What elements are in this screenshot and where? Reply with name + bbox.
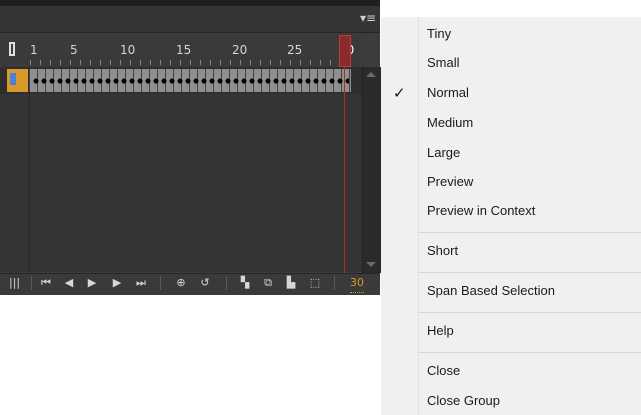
frame-ruler[interactable]: 1 5 10 15 20 25 30 <box>0 33 362 67</box>
controls-divider <box>160 276 161 290</box>
ruler-label: 25 <box>287 43 303 57</box>
panel-menu-icon[interactable]: ▾≡ <box>358 10 378 26</box>
menu-gutter-line <box>418 17 419 415</box>
play-icon[interactable]: ▶ <box>85 276 99 290</box>
ruler-label: 1 <box>30 43 38 57</box>
scroll-up-icon[interactable] <box>366 72 376 77</box>
layers-toggle-icon[interactable]: ||| <box>9 276 20 290</box>
ruler-ticks <box>30 60 350 65</box>
menu-icon-gutter <box>381 17 418 415</box>
layer-divider <box>29 94 30 272</box>
controls-divider <box>334 276 335 290</box>
menu-item-short[interactable]: Short <box>427 243 458 258</box>
menu-separator <box>418 352 641 353</box>
scroll-down-icon[interactable] <box>366 262 376 267</box>
modify-markers-icon[interactable]: ⬚ <box>308 276 322 290</box>
ruler-label: 5 <box>70 43 78 57</box>
ruler-label: 10 <box>120 43 136 57</box>
timeline-controls <box>0 273 380 295</box>
first-frame-icon[interactable]: ⏮ <box>39 276 53 290</box>
menu-item-normal[interactable]: Normal <box>427 85 469 100</box>
menu-separator <box>418 312 641 313</box>
menu-item-preview[interactable]: Preview <box>427 174 473 189</box>
center-frame-icon[interactable]: ⊕ <box>174 276 188 290</box>
menu-item-medium[interactable]: Medium <box>427 115 473 130</box>
checkmark-icon: ✓ <box>393 84 406 102</box>
ruler-label: 15 <box>176 43 192 57</box>
menu-item-close-group[interactable]: Close Group <box>427 393 500 408</box>
step-back-icon[interactable]: ◀ <box>62 276 76 290</box>
onion-outline-icon[interactable]: ⧉ <box>261 276 275 290</box>
playhead-line <box>344 67 345 273</box>
loop-icon[interactable]: ↺ <box>197 276 213 290</box>
menu-item-tiny[interactable]: Tiny <box>427 26 451 41</box>
ruler-bracket-icon <box>9 42 15 56</box>
current-frame-counter[interactable]: 30 <box>350 276 364 293</box>
menu-item-large[interactable]: Large <box>427 145 460 160</box>
timeline-titlebar: ▾≡ <box>0 6 380 33</box>
keyframe-marker <box>10 73 16 85</box>
vertical-scrollbar[interactable] <box>362 67 381 273</box>
menu-item-preview-in-context[interactable]: Preview in Context <box>427 203 535 218</box>
keyframe-dots <box>33 78 349 84</box>
controls-divider <box>226 276 227 290</box>
menu-item-small[interactable]: Small <box>427 55 460 70</box>
onion-skin-icon[interactable]: ▚ <box>238 276 252 290</box>
menu-separator <box>418 232 641 233</box>
playhead-handle[interactable] <box>339 35 351 67</box>
step-forward-icon[interactable]: ▶ <box>110 276 124 290</box>
menu-item-span-based-selection[interactable]: Span Based Selection <box>427 283 555 298</box>
menu-separator <box>418 272 641 273</box>
menu-item-help[interactable]: Help <box>427 323 454 338</box>
edit-multiple-icon[interactable]: ▙ <box>284 276 298 290</box>
menu-item-close[interactable]: Close <box>427 363 460 378</box>
controls-divider <box>31 276 32 290</box>
ruler-label: 20 <box>232 43 248 57</box>
last-frame-icon[interactable]: ⏭ <box>134 276 148 290</box>
timeline-body <box>0 94 362 272</box>
